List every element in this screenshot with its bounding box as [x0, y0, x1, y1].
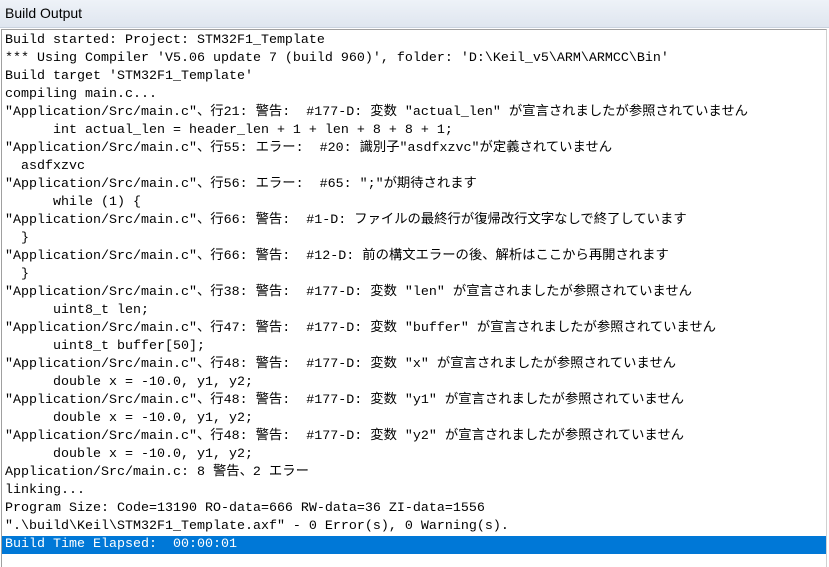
output-line[interactable]: double x = -10.0, y1, y2;	[2, 446, 826, 464]
output-line[interactable]: while (1) {	[2, 194, 826, 212]
output-line[interactable]: int actual_len = header_len + 1 + len + …	[2, 122, 826, 140]
output-line[interactable]: "Application/Src/main.c"、行38: 警告: #177-D…	[2, 284, 826, 302]
output-line[interactable]: compiling main.c...	[2, 86, 826, 104]
output-lines: Build started: Project: STM32F1_Template…	[2, 32, 826, 554]
output-line[interactable]: double x = -10.0, y1, y2;	[2, 410, 826, 428]
output-line[interactable]: "Application/Src/main.c"、行66: 警告: #12-D:…	[2, 248, 826, 266]
output-line[interactable]: Build target 'STM32F1_Template'	[2, 68, 826, 86]
output-line[interactable]: uint8_t len;	[2, 302, 826, 320]
output-line[interactable]: "Application/Src/main.c"、行21: 警告: #177-D…	[2, 104, 826, 122]
output-line[interactable]: "Application/Src/main.c"、行66: 警告: #1-D: …	[2, 212, 826, 230]
output-line[interactable]: "Application/Src/main.c"、行48: 警告: #177-D…	[2, 356, 826, 374]
output-line[interactable]: "Application/Src/main.c"、行55: エラー: #20: …	[2, 140, 826, 158]
output-line[interactable]: asdfxzvc	[2, 158, 826, 176]
output-line[interactable]: "Application/Src/main.c"、行48: 警告: #177-D…	[2, 428, 826, 446]
output-line[interactable]: "Application/Src/main.c"、行56: エラー: #65: …	[2, 176, 826, 194]
output-line[interactable]: Program Size: Code=13190 RO-data=666 RW-…	[2, 500, 826, 518]
output-line[interactable]: ".\build\Keil\STM32F1_Template.axf" - 0 …	[2, 518, 826, 536]
output-line[interactable]: }	[2, 230, 826, 248]
build-output-pane[interactable]: Build started: Project: STM32F1_Template…	[1, 29, 827, 567]
output-line[interactable]: uint8_t buffer[50];	[2, 338, 826, 356]
output-line[interactable]: }	[2, 266, 826, 284]
output-line[interactable]: Application/Src/main.c: 8 警告、2 エラー	[2, 464, 826, 482]
title-bar: Build Output	[0, 0, 829, 28]
output-line[interactable]: double x = -10.0, y1, y2;	[2, 374, 826, 392]
output-line[interactable]: linking...	[2, 482, 826, 500]
output-line-selected[interactable]: Build Time Elapsed: 00:00:01	[2, 536, 826, 554]
output-line[interactable]: *** Using Compiler 'V5.06 update 7 (buil…	[2, 50, 826, 68]
output-line[interactable]: "Application/Src/main.c"、行47: 警告: #177-D…	[2, 320, 826, 338]
window-title: Build Output	[5, 5, 83, 21]
output-line[interactable]: "Application/Src/main.c"、行48: 警告: #177-D…	[2, 392, 826, 410]
output-line[interactable]: Build started: Project: STM32F1_Template	[2, 32, 826, 50]
